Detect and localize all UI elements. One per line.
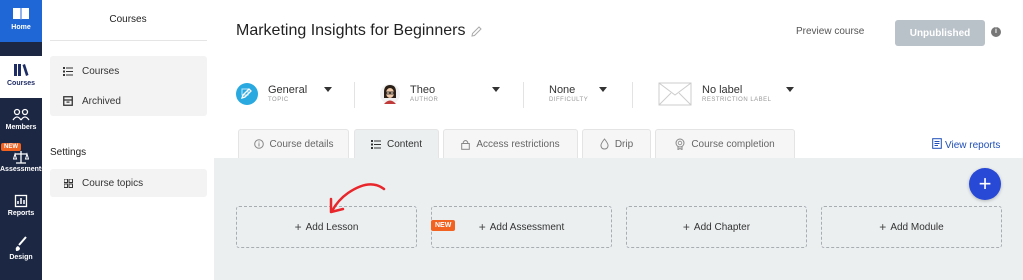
nav-assessments[interactable]: Assessments [0, 150, 46, 173]
add-module-button[interactable]: + Add Module [821, 206, 1002, 248]
grid-icon [60, 178, 76, 188]
main-nav-rail: Home Courses Members NEW Assessments Rep… [0, 0, 46, 280]
nav-home-label: Home [11, 24, 31, 31]
content-area: + + Add Lesson + Add Assessment NEW + Ad… [214, 158, 1023, 280]
nav-courses-label: Courses [6, 80, 35, 87]
difficulty-label: DIFFICULTY [549, 97, 589, 103]
members-icon [12, 108, 30, 121]
sidebar-title: Courses [109, 14, 147, 25]
nav-courses[interactable]: Courses [0, 56, 42, 98]
nav-design-label: Design [9, 254, 33, 261]
main-panel: Marketing Insights for Beginners Preview… [214, 0, 1023, 280]
list-icon [370, 139, 381, 149]
chevron-down-icon [786, 87, 794, 92]
meta-divider [354, 82, 355, 108]
nav-members-label: Members [5, 124, 37, 131]
nav-home[interactable]: Home [0, 0, 42, 42]
topic-icon [236, 83, 258, 105]
sidebar-item-label: Course topics [82, 177, 144, 189]
meta-divider [632, 82, 633, 108]
app-window: Home Courses Members NEW Assessments Rep… [0, 0, 1023, 280]
topic-value: General [268, 84, 308, 96]
chevron-down-icon [492, 87, 500, 92]
add-module-label: Add Module [890, 221, 944, 233]
nav-members[interactable]: Members [0, 108, 42, 131]
library-icon [14, 64, 29, 76]
plus-icon: + [879, 220, 887, 234]
unpublished-button[interactable]: Unpublished [895, 20, 985, 46]
new-badge: NEW [431, 220, 456, 231]
plus-icon: + [294, 220, 302, 234]
tab-label: Drip [614, 138, 634, 150]
tab-label: Course details [269, 138, 334, 150]
plus-icon: + [978, 171, 992, 196]
info-circle-icon [253, 139, 264, 149]
add-assessment-button[interactable]: + Add Assessment [431, 206, 612, 248]
tab-access-restrictions[interactable]: Access restrictions [443, 129, 578, 158]
list-icon [60, 66, 76, 76]
author-avatar [380, 84, 400, 104]
reports-icon [14, 194, 28, 208]
plus-icon: + [478, 220, 486, 234]
sidebar-item-course-topics[interactable]: Course topics [50, 169, 207, 197]
sidebar-divider [50, 40, 207, 41]
courses-sidebar: Courses Courses Archived Settings Course… [42, 0, 214, 280]
nav-design[interactable]: Design [0, 236, 42, 261]
scale-icon [13, 151, 29, 164]
author-value: Theo [410, 84, 436, 96]
tab-label: Content [386, 138, 423, 150]
restriction-value: No label [702, 84, 743, 96]
report-doc-icon [932, 138, 942, 152]
topic-label: TOPIC [268, 97, 289, 103]
tab-label: Access restrictions [476, 138, 560, 150]
view-reports-link[interactable]: View reports [932, 138, 1000, 152]
pencil-icon[interactable] [471, 26, 482, 37]
envelope-label-icon [658, 82, 692, 106]
topic-selector[interactable]: General TOPIC [236, 80, 336, 108]
tab-content[interactable]: Content [354, 129, 439, 158]
nav-reports[interactable]: Reports [0, 194, 42, 217]
sidebar-item-archived[interactable]: Archived [50, 86, 207, 116]
difficulty-value: None [549, 84, 576, 96]
chevron-down-icon [599, 87, 607, 92]
view-reports-label: View reports [945, 139, 1001, 151]
book-icon [13, 8, 29, 20]
archive-icon [60, 96, 76, 106]
chevron-down-icon [324, 87, 332, 92]
tab-label: Course completion [691, 138, 775, 150]
nav-assessments-label: Assessments [0, 166, 46, 173]
meta-divider [523, 82, 524, 108]
add-chapter-button[interactable]: + Add Chapter [626, 206, 807, 248]
restriction-label-selector[interactable]: No label RESTRICTION LABEL [658, 80, 800, 108]
plus-icon: + [682, 220, 690, 234]
preview-course-link[interactable]: Preview course [796, 26, 864, 37]
add-lesson-label: Add Lesson [305, 221, 359, 233]
info-icon[interactable]: i [991, 27, 1001, 37]
difficulty-selector[interactable]: None DIFFICULTY [549, 80, 629, 108]
brush-icon [15, 236, 27, 251]
drop-icon [600, 138, 609, 150]
tab-drip[interactable]: Drip [582, 129, 651, 158]
author-label: AUTHOR [410, 97, 439, 103]
sidebar-item-label: Archived [82, 95, 121, 107]
tab-course-details[interactable]: Course details [238, 129, 349, 158]
settings-heading: Settings [50, 147, 87, 158]
sidebar-item-label: Courses [82, 65, 120, 77]
add-assessment-label: Add Assessment [489, 221, 565, 233]
nav-reports-label: Reports [7, 210, 35, 217]
restriction-label: RESTRICTION LABEL [702, 97, 772, 103]
sidebar-item-courses[interactable]: Courses [50, 56, 207, 86]
page-title: Marketing Insights for Beginners [236, 22, 466, 39]
lock-icon [461, 139, 471, 150]
add-chapter-label: Add Chapter [693, 221, 751, 233]
add-fab-button[interactable]: + [969, 168, 1001, 200]
medal-icon [675, 138, 685, 150]
tab-course-completion[interactable]: Course completion [655, 129, 795, 158]
annotation-arrow-icon [329, 183, 386, 214]
sidebar-course-group: Courses Archived [50, 56, 207, 116]
author-selector[interactable]: Theo AUTHOR [380, 80, 502, 108]
